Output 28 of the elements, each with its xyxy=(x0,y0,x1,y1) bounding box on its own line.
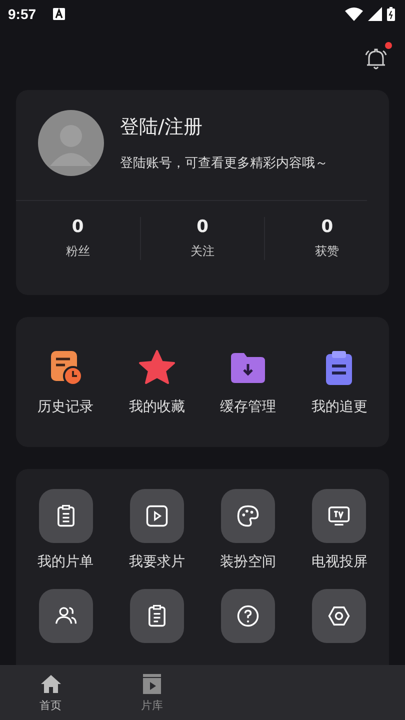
tab-button[interactable]: 首页 xyxy=(0,665,102,720)
status-time: 9:57 xyxy=(8,6,36,22)
battery-icon xyxy=(387,7,395,21)
tab-button[interactable]: 片库 xyxy=(101,665,202,720)
stat-label: 粉丝 xyxy=(66,243,90,260)
stat-value: 0 xyxy=(321,217,334,237)
quick-action-button[interactable]: 我的收藏 xyxy=(111,348,202,416)
stat-value: 0 xyxy=(72,217,84,237)
help-icon xyxy=(235,603,262,629)
palette-icon xyxy=(235,503,262,529)
quick-action-button[interactable]: 我的追更 xyxy=(294,348,385,416)
tool-button[interactable]: 装扮空间 xyxy=(202,489,294,571)
home-icon xyxy=(38,672,63,696)
quick-action-button[interactable]: 历史记录 xyxy=(20,348,112,416)
stat-value: 0 xyxy=(196,217,208,237)
login-register-link[interactable]: 登陆/注册 xyxy=(120,114,328,140)
stat-label: 获赞 xyxy=(315,243,340,260)
tool-button[interactable]: 我的片单 xyxy=(20,489,112,571)
tool-button[interactable]: 电视投屏 xyxy=(294,489,385,571)
bell-icon xyxy=(363,46,389,72)
quick-action-button[interactable]: 缓存管理 xyxy=(202,348,294,416)
tool-button[interactable]: 我要求片 xyxy=(111,489,202,571)
signal-icon xyxy=(368,7,382,21)
wifi-icon xyxy=(345,7,363,21)
stat-label: 关注 xyxy=(190,243,214,260)
avatar-placeholder[interactable] xyxy=(38,110,104,176)
play-square-icon xyxy=(144,503,170,529)
login-hint: 登陆账号，可查看更多精彩内容哦～ xyxy=(120,155,328,172)
